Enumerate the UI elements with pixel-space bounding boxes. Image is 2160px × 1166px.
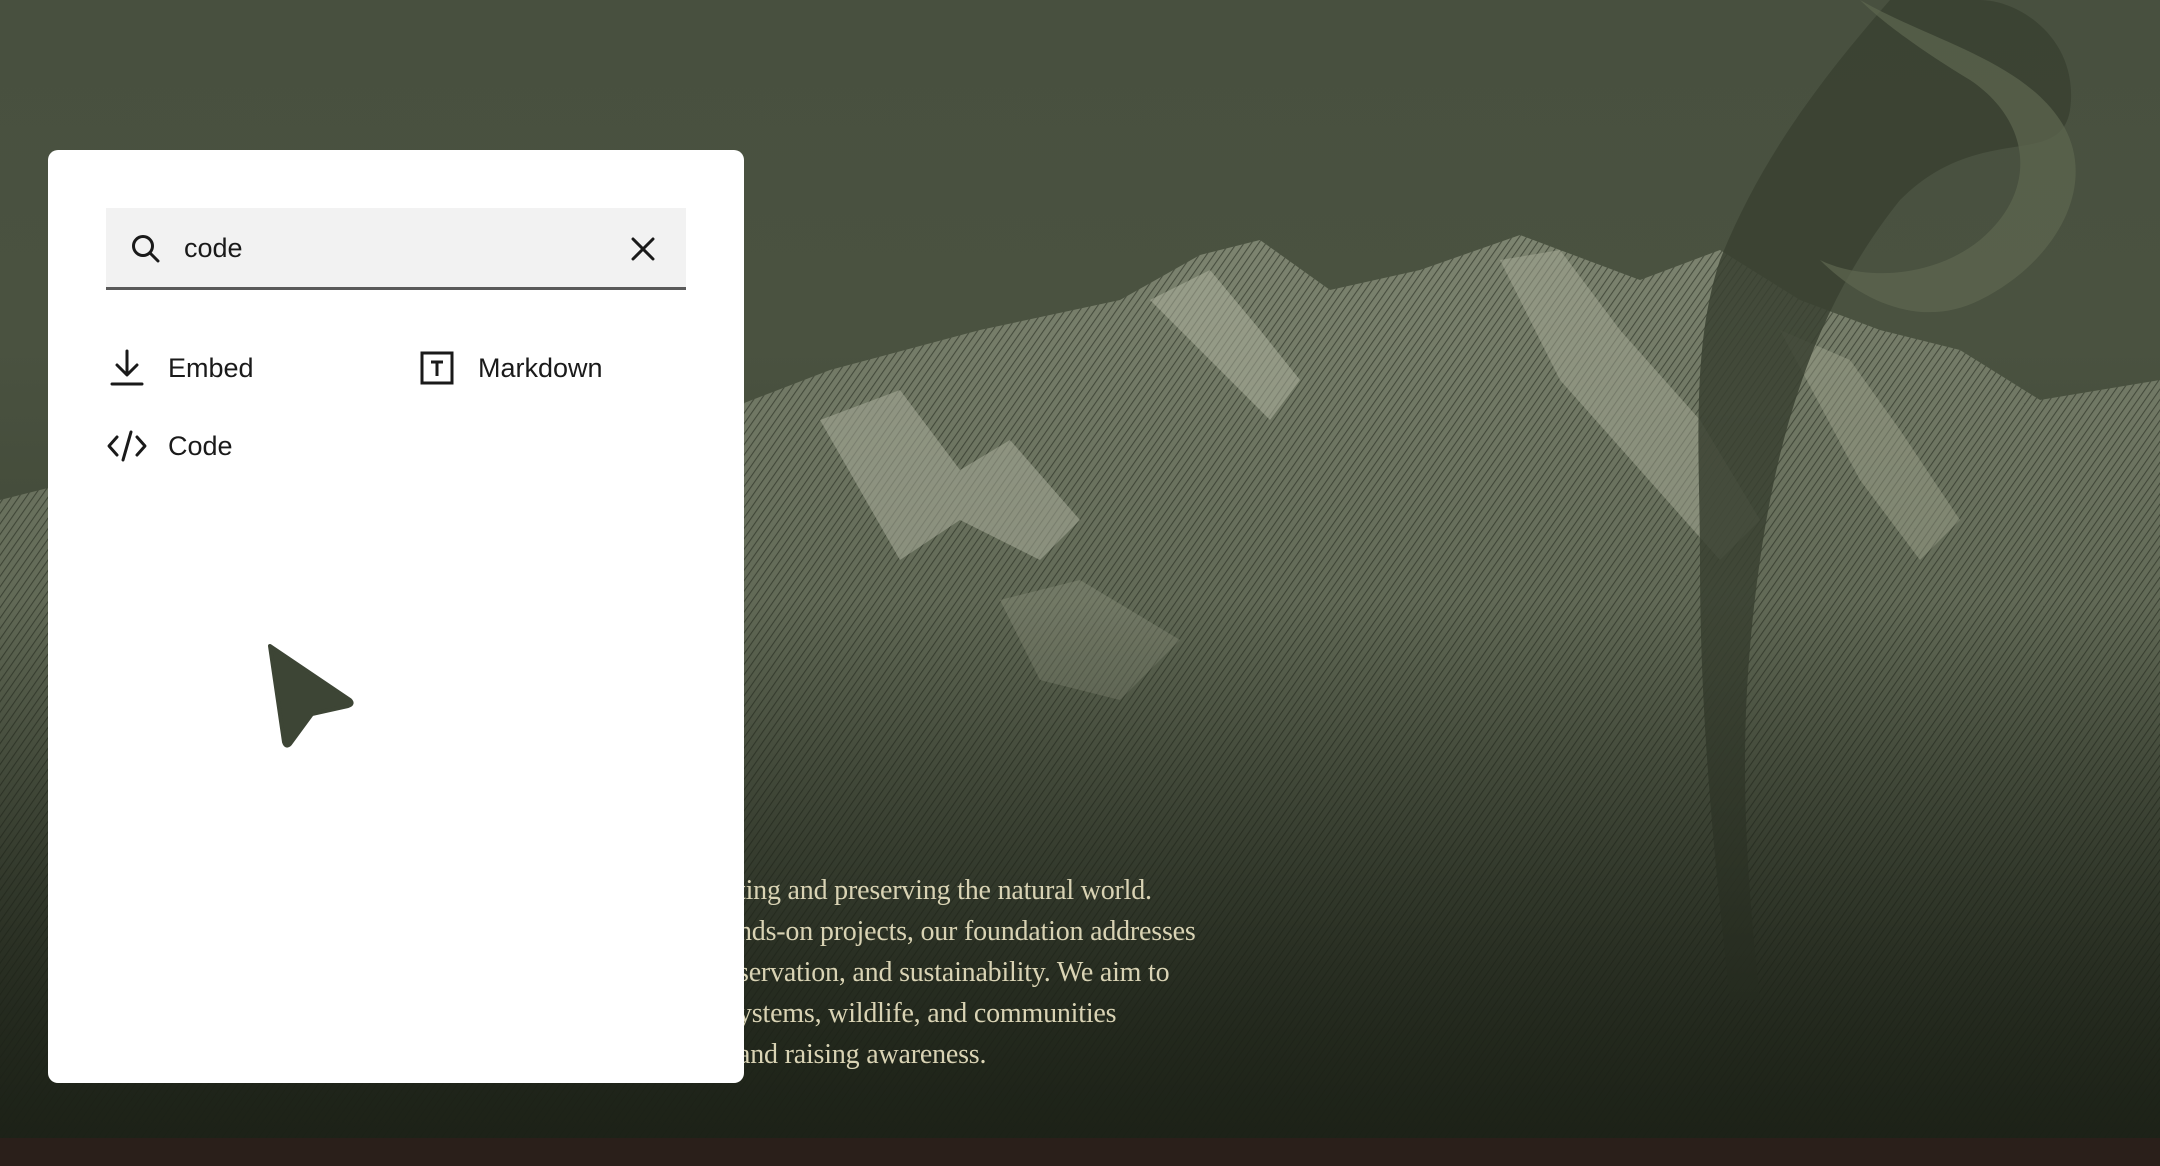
download-icon xyxy=(106,347,148,389)
result-label: Code xyxy=(168,430,233,461)
result-code[interactable]: Code xyxy=(106,422,233,470)
bottom-bar xyxy=(0,1138,2160,1166)
close-icon[interactable] xyxy=(626,232,660,266)
result-markdown[interactable]: Markdown xyxy=(416,344,603,392)
result-label: Embed xyxy=(168,352,254,383)
result-embed[interactable]: Embed xyxy=(106,344,254,392)
search-icon xyxy=(132,235,160,263)
background-paragraph: ting and preserving the natural world. n… xyxy=(738,870,1298,1075)
paragraph-line: and raising awareness. xyxy=(738,1039,987,1070)
insert-panel: Embed Markdown Code xyxy=(48,150,744,1083)
paragraph-line: servation, and sustainability. We aim to xyxy=(738,957,1170,988)
pointer-cursor-icon xyxy=(268,644,354,748)
paragraph-line: ystems, wildlife, and communities xyxy=(738,998,1117,1029)
text-box-icon xyxy=(416,347,458,389)
search-box xyxy=(106,208,686,290)
paragraph-line: ting and preserving the natural world. xyxy=(738,875,1152,906)
result-label: Markdown xyxy=(478,352,603,383)
code-icon xyxy=(106,425,148,467)
paragraph-line: nds-on projects, our foundation addresse… xyxy=(738,916,1196,947)
search-input[interactable] xyxy=(184,226,604,270)
